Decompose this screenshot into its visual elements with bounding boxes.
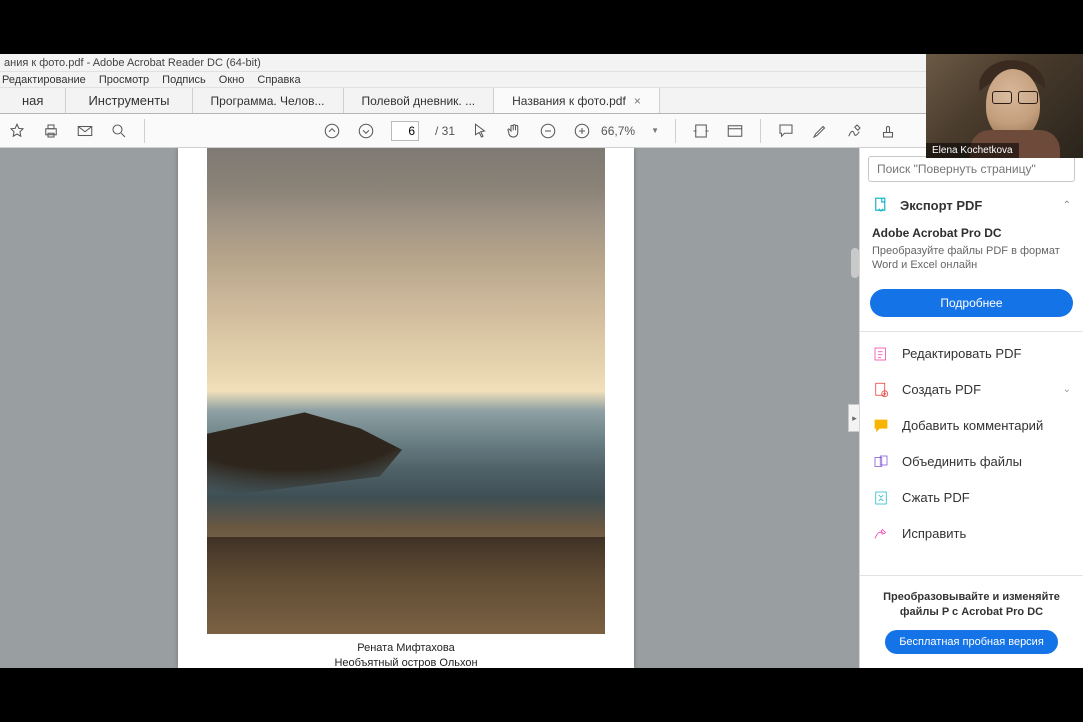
footer-promo-text: Преобразовывайте и изменяйте файлы P с A… [870,590,1073,620]
webcam-name-tag: Elena Kochetkova [926,143,1019,158]
tab-tools[interactable]: Инструменты [66,88,192,113]
tab-doc-3-label: Названия к фото.pdf [512,94,626,108]
page-total: / 31 [435,124,455,138]
caption-title: Необъятный остров Ольхон [178,656,634,668]
document-viewport[interactable]: Рената Мифтахова Необъятный остров Ольхо… [0,148,859,668]
toolbar-divider [760,119,761,143]
tab-doc-2[interactable]: Полевой дневник. ... [344,88,495,113]
fit-width-icon[interactable] [692,122,710,140]
mail-icon[interactable] [76,122,94,140]
create-pdf-icon [872,381,890,399]
sidebar-item-compress[interactable]: Сжать PDF [860,480,1083,516]
page-number-input[interactable] [391,121,419,141]
zoom-value[interactable]: 66,7% [601,124,635,138]
stamp-icon[interactable] [879,122,897,140]
menu-bar: Редактирование Просмотр Подпись Окно Спр… [0,72,1083,88]
comment-icon[interactable] [777,122,795,140]
webcam-glasses [992,91,1038,103]
hand-icon[interactable] [505,122,523,140]
toolbar-divider [144,119,145,143]
sign-icon[interactable] [845,122,863,140]
menu-window[interactable]: Окно [219,74,245,86]
comment-tool-icon [872,417,890,435]
window-title: ания к фото.pdf - Adobe Acrobat Reader D… [0,54,1083,72]
promo-title: Adobe Acrobat Pro DC [872,226,1071,240]
sidebar-item-comment[interactable]: Добавить комментарий [860,408,1083,444]
learn-more-button[interactable]: Подробнее [870,289,1073,317]
redact-icon [872,525,890,543]
tab-doc-1[interactable]: Программа. Челов... [193,88,344,113]
webcam-overlay: Elena Kochetkova [926,54,1083,158]
highlight-icon[interactable] [811,122,829,140]
search-input[interactable] [868,156,1075,182]
search-icon[interactable] [110,122,128,140]
export-pdf-icon [872,196,890,214]
sidebar-item-redact[interactable]: Исправить [860,516,1083,552]
menu-help[interactable]: Справка [257,74,300,86]
caption-author: Рената Мифтахова [178,641,634,656]
menu-view[interactable]: Просмотр [99,74,149,86]
sidebar-item-label: Исправить [902,526,966,541]
export-pdf-section[interactable]: Экспорт PDF ⌃ [860,188,1083,222]
combine-icon [872,453,890,471]
content-area: Рената Мифтахова Необъятный остров Ольхо… [0,148,1083,668]
sidebar-item-label: Создать PDF [902,382,981,397]
sidebar-search [868,156,1075,182]
toolbar: / 31 66,7% ▼ [0,114,1083,148]
promo-text: Преобразуйте файлы PDF в формат Word и E… [872,244,1071,273]
read-mode-icon[interactable] [726,122,744,140]
tab-bar: ная Инструменты Программа. Челов... Поле… [0,88,1083,114]
sidebar-item-label: Редактировать PDF [902,346,1021,361]
sidebar-footer-promo: Преобразовывайте и изменяйте файлы P с A… [860,575,1083,668]
sidebar-item-edit[interactable]: Редактировать PDF [860,336,1083,372]
zoom-out-icon[interactable] [539,122,557,140]
sidebar-collapse-handle[interactable]: ▸ [848,404,859,432]
free-trial-button[interactable]: Бесплатная пробная версия [885,630,1058,654]
promo-block: Adobe Acrobat Pro DC Преобразуйте файлы … [860,222,1083,283]
export-pdf-label: Экспорт PDF [900,198,1053,213]
pointer-icon[interactable] [471,122,489,140]
acrobat-window: ания к фото.pdf - Adobe Acrobat Reader D… [0,54,1083,668]
zoom-dropdown-icon[interactable]: ▼ [651,126,659,135]
menu-sign[interactable]: Подпись [162,74,206,86]
chevron-down-icon: ⌄ [1063,384,1071,395]
pdf-page: Рената Мифтахова Необъятный остров Ольхо… [178,148,634,668]
tab-home[interactable]: ная [0,88,66,113]
tab-doc-1-label: Программа. Челов... [211,94,325,108]
close-icon[interactable]: × [634,94,641,108]
page-down-icon[interactable] [357,122,375,140]
page-up-icon[interactable] [323,122,341,140]
sidebar-item-label: Объединить файлы [902,454,1022,469]
sidebar-item-label: Сжать PDF [902,490,970,505]
menu-edit[interactable]: Редактирование [2,74,86,86]
toolbar-divider [675,119,676,143]
sidebar-item-combine[interactable]: Объединить файлы [860,444,1083,480]
photo-landscape [207,148,605,634]
tab-doc-2-label: Полевой дневник. ... [362,94,476,108]
sidebar-item-create[interactable]: Создать PDF ⌄ [860,372,1083,408]
right-sidebar: Экспорт PDF ⌃ Adobe Acrobat Pro DC Преоб… [859,148,1083,668]
sidebar-item-label: Добавить комментарий [902,418,1043,433]
compress-icon [872,489,890,507]
chevron-up-icon: ⌃ [1063,200,1071,211]
zoom-in-icon[interactable] [573,122,591,140]
scrollbar-thumb[interactable] [851,248,859,278]
photo-caption: Рената Мифтахова Необъятный остров Ольхо… [178,641,634,668]
separator [860,331,1083,332]
star-icon[interactable] [8,122,26,140]
print-icon[interactable] [42,122,60,140]
tab-doc-3[interactable]: Названия к фото.pdf × [494,88,660,113]
edit-pdf-icon [872,345,890,363]
